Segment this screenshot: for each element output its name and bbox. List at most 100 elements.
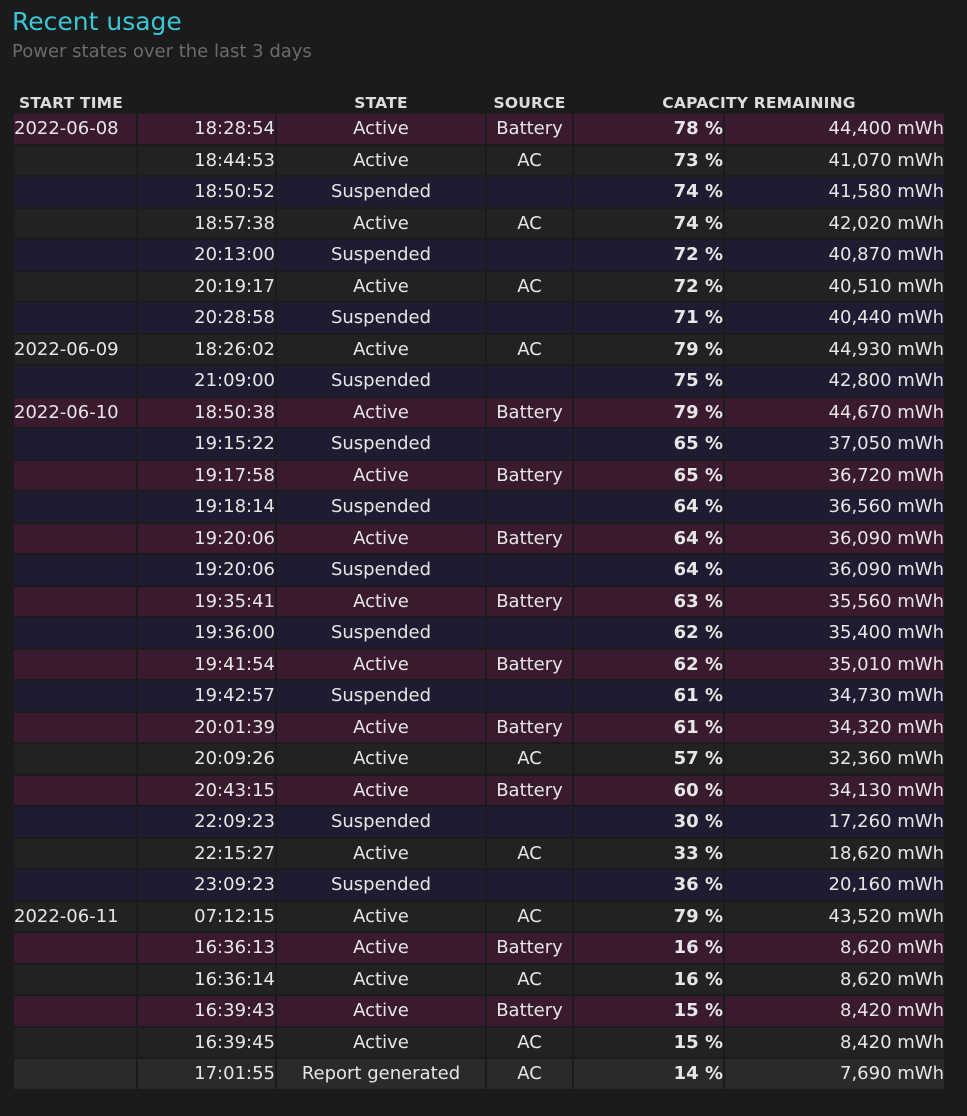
cell-date xyxy=(14,523,136,553)
cell-percent: 15 % xyxy=(574,996,723,1026)
cell-source xyxy=(487,681,572,711)
cell-date xyxy=(14,1059,136,1089)
cell-state: Active xyxy=(277,586,485,616)
cell-source xyxy=(487,366,572,396)
cell-percent: 71 % xyxy=(574,303,723,333)
battery-report-page: Recent usage Power states over the last … xyxy=(0,0,967,1116)
cell-state: Suspended xyxy=(277,618,485,648)
cell-percent: 64 % xyxy=(574,555,723,585)
cell-source: Battery xyxy=(487,397,572,427)
cell-percent: 61 % xyxy=(574,712,723,742)
cell-source: AC xyxy=(487,145,572,175)
cell-state: Active xyxy=(277,271,485,301)
table-row: 20:19:17 Active AC 72 % 40,510 mWh xyxy=(14,271,944,301)
cell-capacity: 43,520 mWh xyxy=(725,901,944,931)
cell-date xyxy=(14,964,136,994)
cell-capacity: 44,670 mWh xyxy=(725,397,944,427)
cell-date xyxy=(14,366,136,396)
cell-source: Battery xyxy=(487,712,572,742)
cell-source xyxy=(487,177,572,207)
cell-state: Active xyxy=(277,775,485,805)
table-row: 21:09:00 Suspended 75 % 42,800 mWh xyxy=(14,366,944,396)
cell-state: Suspended xyxy=(277,303,485,333)
cell-source xyxy=(487,618,572,648)
table-row: 2022-06-08 18:28:54 Active Battery 78 % 44,40… xyxy=(14,114,944,144)
cell-time: 20:01:39 xyxy=(138,712,275,742)
cell-state: Suspended xyxy=(277,870,485,900)
cell-state: Active xyxy=(277,1027,485,1057)
table-row: 19:15:22 Suspended 65 % 37,050 mWh xyxy=(14,429,944,459)
cell-time: 20:19:17 xyxy=(138,271,275,301)
table-row: 18:57:38 Active AC 74 % 42,020 mWh xyxy=(14,208,944,238)
column-header-source: SOURCE xyxy=(493,94,566,112)
cell-state: Suspended xyxy=(277,240,485,270)
cell-state: Active xyxy=(277,523,485,553)
table-row: 22:15:27 Active AC 33 % 18,620 mWh xyxy=(14,838,944,868)
cell-source xyxy=(487,429,572,459)
cell-source xyxy=(487,807,572,837)
table-row: 20:28:58 Suspended 71 % 40,440 mWh xyxy=(14,303,944,333)
cell-time: 07:12:15 xyxy=(138,901,275,931)
table-row: 17:01:55 Report generated AC 14 % 7,690 mWh xyxy=(14,1059,944,1089)
cell-source: AC xyxy=(487,334,572,364)
cell-source: AC xyxy=(487,271,572,301)
cell-state: Active xyxy=(277,397,485,427)
cell-source xyxy=(487,492,572,522)
cell-date xyxy=(14,870,136,900)
cell-state: Suspended xyxy=(277,681,485,711)
table-row: 19:42:57 Suspended 61 % 34,730 mWh xyxy=(14,681,944,711)
cell-state: Active xyxy=(277,649,485,679)
cell-date: 2022-06-08 xyxy=(14,114,136,144)
cell-time: 18:26:02 xyxy=(138,334,275,364)
table-row: 20:43:15 Active Battery 60 % 34,130 mWh xyxy=(14,775,944,805)
cell-state: Suspended xyxy=(277,555,485,585)
cell-date xyxy=(14,681,136,711)
cell-capacity: 36,560 mWh xyxy=(725,492,944,522)
cell-percent: 62 % xyxy=(574,649,723,679)
cell-percent: 57 % xyxy=(574,744,723,774)
cell-time: 22:15:27 xyxy=(138,838,275,868)
cell-percent: 16 % xyxy=(574,964,723,994)
cell-source: Battery xyxy=(487,460,572,490)
cell-capacity: 8,620 mWh xyxy=(725,964,944,994)
cell-capacity: 36,090 mWh xyxy=(725,555,944,585)
cell-percent: 79 % xyxy=(574,334,723,364)
cell-date xyxy=(14,208,136,238)
cell-source: Battery xyxy=(487,775,572,805)
table-row: 18:50:52 Suspended 74 % 41,580 mWh xyxy=(14,177,944,207)
cell-time: 16:39:45 xyxy=(138,1027,275,1057)
cell-time: 20:43:15 xyxy=(138,775,275,805)
cell-capacity: 34,130 mWh xyxy=(725,775,944,805)
cell-percent: 75 % xyxy=(574,366,723,396)
cell-time: 18:44:53 xyxy=(138,145,275,175)
cell-percent: 60 % xyxy=(574,775,723,805)
cell-time: 18:50:52 xyxy=(138,177,275,207)
cell-date xyxy=(14,933,136,963)
cell-percent: 61 % xyxy=(574,681,723,711)
cell-date xyxy=(14,649,136,679)
cell-time: 16:36:14 xyxy=(138,964,275,994)
cell-source: Battery xyxy=(487,933,572,963)
cell-percent: 78 % xyxy=(574,114,723,144)
cell-date xyxy=(14,1027,136,1057)
cell-date: 2022-06-10 xyxy=(14,397,136,427)
cell-time: 18:28:54 xyxy=(138,114,275,144)
table-row: 2022-06-10 18:50:38 Active Battery 79 % 44,67… xyxy=(14,397,944,427)
cell-percent: 15 % xyxy=(574,1027,723,1057)
cell-date xyxy=(14,429,136,459)
cell-state: Active xyxy=(277,334,485,364)
cell-source: AC xyxy=(487,838,572,868)
cell-date xyxy=(14,555,136,585)
cell-state: Active xyxy=(277,964,485,994)
table-row: 19:17:58 Active Battery 65 % 36,720 mWh xyxy=(14,460,944,490)
cell-capacity: 20,160 mWh xyxy=(725,870,944,900)
cell-source: Battery xyxy=(487,114,572,144)
cell-state: Suspended xyxy=(277,366,485,396)
cell-source: AC xyxy=(487,1059,572,1089)
cell-time: 19:36:00 xyxy=(138,618,275,648)
cell-capacity: 36,090 mWh xyxy=(725,523,944,553)
table-header-row: START TIME STATE SOURCE CAPACITY REMAINI… xyxy=(14,90,944,112)
table-row: 19:41:54 Active Battery 62 % 35,010 mWh xyxy=(14,649,944,679)
table-row: 20:09:26 Active AC 57 % 32,360 mWh xyxy=(14,744,944,774)
cell-state: Active xyxy=(277,838,485,868)
